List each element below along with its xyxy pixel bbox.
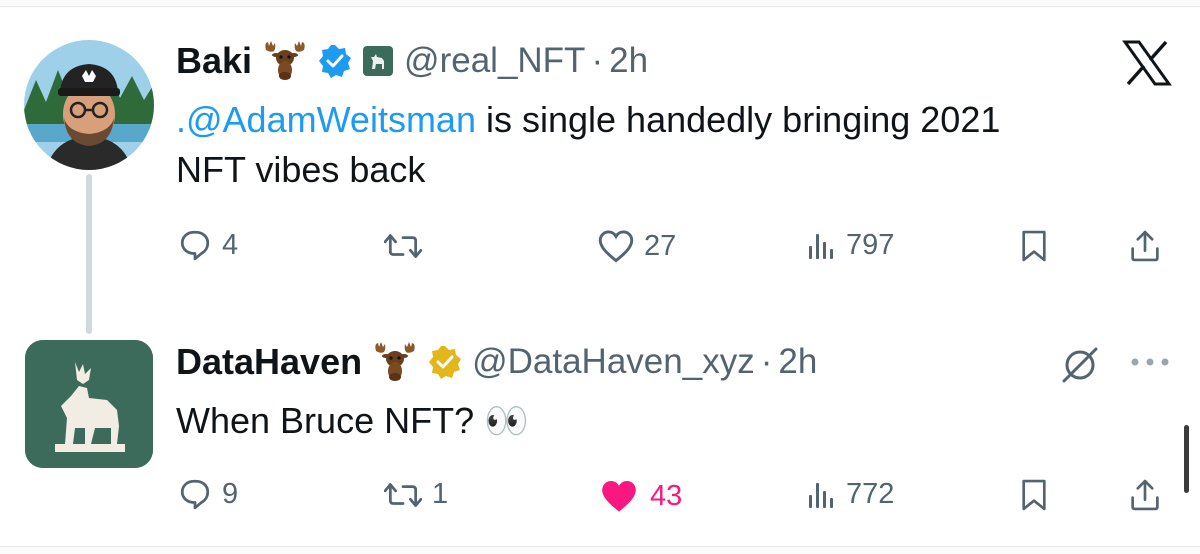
tweet-2-text: When Bruce NFT? 👀 [176, 400, 529, 441]
bookmark-icon [1022, 479, 1046, 511]
bookmark-button[interactable] [1018, 229, 1050, 263]
reply-button[interactable]: 4 [178, 228, 238, 262]
affiliate-badge-icon[interactable] [362, 45, 394, 77]
like-count: 43 [650, 479, 683, 512]
avatar[interactable] [24, 40, 154, 170]
tweet-2-header: DataHaven @DataHaven_xyz · 2h [176, 337, 817, 387]
views-button[interactable]: 772 [806, 478, 894, 511]
tweet-text-line-2: NFT vibes back [176, 149, 426, 190]
moose-emoji-icon [262, 40, 308, 82]
grok-icon[interactable] [1058, 345, 1102, 390]
moose-emoji-icon [372, 341, 418, 383]
tweet-1-header: Baki @real_NFT · 2h [176, 36, 648, 86]
like-button[interactable]: 43 [598, 478, 682, 514]
retweet-icon [384, 234, 422, 258]
scrollbar-thumb[interactable] [1184, 425, 1189, 493]
share-icon [1131, 479, 1159, 511]
avatar-baki-image [24, 40, 154, 170]
view-count: 797 [846, 229, 895, 261]
like-button[interactable]: 27 [598, 229, 676, 263]
timestamp[interactable]: 2h [778, 342, 817, 382]
display-name[interactable]: DataHaven [176, 341, 362, 383]
share-button[interactable] [1128, 478, 1162, 512]
thread-connector-line [86, 174, 92, 334]
more-icon[interactable] [1130, 355, 1170, 373]
views-icon [809, 233, 833, 259]
reply-button[interactable]: 9 [178, 477, 238, 511]
separator-dot: · [760, 342, 773, 381]
share-icon [1131, 230, 1159, 262]
retweet-button[interactable] [384, 228, 432, 262]
reply-count: 9 [222, 477, 239, 510]
like-icon [602, 481, 636, 512]
timestamp[interactable]: 2h [609, 41, 648, 81]
user-handle[interactable]: @real_NFT [404, 41, 585, 81]
retweet-count: 1 [432, 477, 449, 510]
avatar-datahaven-image [25, 340, 153, 468]
like-icon [598, 230, 634, 263]
tweet-1-text: .@AdamWeitsman is single handedly bringi… [176, 95, 1176, 195]
verified-badge-icon[interactable] [428, 345, 462, 379]
verified-badge-icon[interactable] [318, 44, 352, 78]
views-button[interactable]: 797 [806, 229, 894, 262]
like-count: 27 [644, 229, 677, 262]
share-button[interactable] [1128, 229, 1162, 263]
retweet-button[interactable]: 1 [384, 477, 448, 511]
bookmark-button[interactable] [1018, 478, 1050, 512]
user-handle[interactable]: @DataHaven_xyz [472, 342, 755, 382]
bookmark-icon [1022, 230, 1046, 262]
retweet-icon [384, 483, 422, 507]
top-divider [0, 0, 1200, 7]
display-name[interactable]: Baki [176, 40, 252, 82]
view-count: 772 [846, 478, 895, 510]
views-icon [809, 482, 833, 508]
separator-dot: · [591, 41, 604, 80]
mention-link[interactable]: .@AdamWeitsman [176, 99, 476, 140]
x-logo-icon[interactable] [1122, 40, 1172, 91]
avatar[interactable] [25, 340, 153, 468]
tweet-text-line-1: is single handedly bringing 2021 [475, 99, 1001, 140]
reply-count: 4 [222, 228, 239, 261]
reply-icon [180, 230, 210, 261]
reply-icon [180, 479, 210, 510]
